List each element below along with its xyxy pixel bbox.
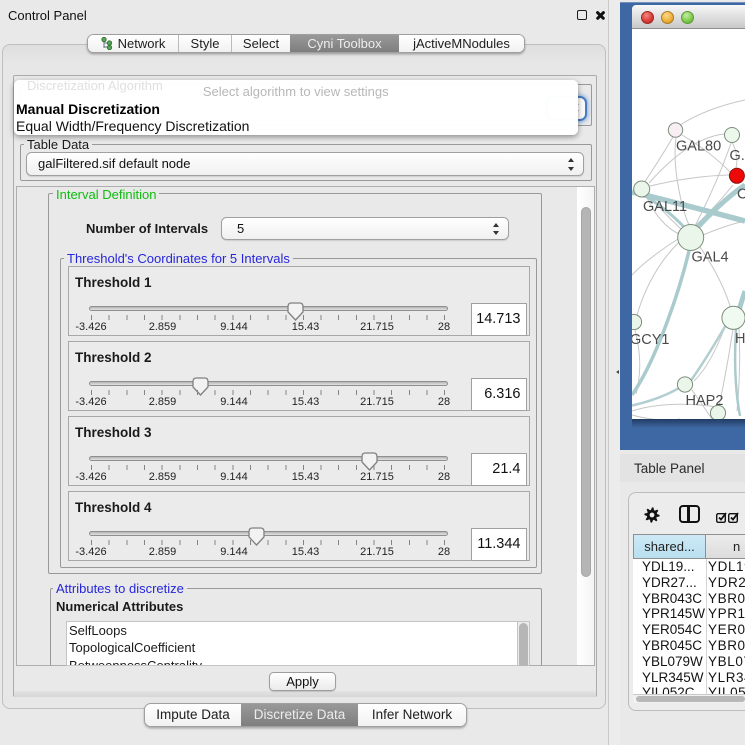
svg-text:G.: G. (730, 148, 745, 164)
svg-text:GAL4: GAL4 (692, 250, 729, 266)
svg-text:H: H (735, 331, 745, 347)
svg-text:GAL11: GAL11 (643, 199, 687, 215)
svg-text:GAL80: GAL80 (676, 139, 721, 155)
svg-text:C: C (737, 187, 745, 203)
svg-text:HAP2: HAP2 (686, 393, 724, 409)
svg-text:GCY1: GCY1 (632, 332, 670, 348)
